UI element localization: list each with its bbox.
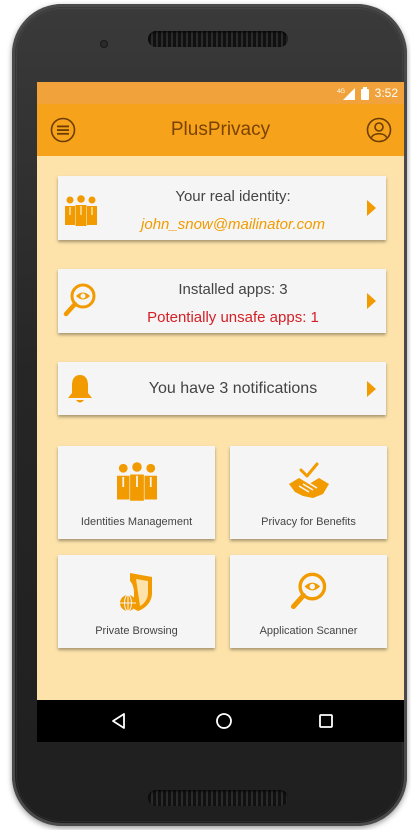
network-type: 4G <box>337 89 345 95</box>
status-bar: 4G 3:52 <box>37 82 404 104</box>
shield-globe-icon <box>119 573 152 612</box>
chevron-right-icon <box>367 200 376 216</box>
app-title: PlusPrivacy <box>170 119 271 140</box>
app-bar: PlusPrivacy <box>37 104 404 156</box>
identity-card[interactable]: Your real identity: john_snow@mailinator… <box>58 176 386 240</box>
tile-label: Application Scanner <box>259 625 358 637</box>
identity-email: john_snow@mailinator.com <box>141 216 325 233</box>
account-icon[interactable] <box>366 117 392 143</box>
front-camera <box>100 40 108 48</box>
tile-application-scanner[interactable]: Application Scanner <box>230 555 387 648</box>
unsafe-apps-text: Potentially unsafe apps: 1 <box>147 309 319 326</box>
notifications-card[interactable]: You have 3 notifications <box>58 362 386 415</box>
chevron-right-icon <box>367 293 376 309</box>
tile-label: Private Browsing <box>95 625 178 637</box>
identity-title: Your real identity: <box>175 188 291 205</box>
tile-privacy-for-benefits[interactable]: Privacy for Benefits <box>230 446 387 539</box>
tile-label: Privacy for Benefits <box>261 516 356 528</box>
chevron-right-icon <box>367 380 376 397</box>
screen: 4G 3:52 PlusPrivacy Your real identity: … <box>37 82 404 742</box>
bell-icon <box>68 375 92 403</box>
people-icon <box>65 195 97 226</box>
tile-identities-management[interactable]: Identities Management <box>58 446 215 539</box>
bottom-speaker <box>148 790 288 806</box>
signal-icon: 4G <box>337 87 355 100</box>
apps-card[interactable]: Installed apps: 3 Potentially unsafe app… <box>58 269 386 333</box>
magnifier-eye-icon <box>63 283 96 317</box>
recents-icon[interactable] <box>316 711 336 731</box>
tile-private-browsing[interactable]: Private Browsing <box>58 555 215 648</box>
tile-label: Identities Management <box>80 516 193 528</box>
battery-icon <box>360 86 369 100</box>
top-speaker <box>148 31 288 47</box>
notifications-text: You have 3 notifications <box>148 380 318 397</box>
navigation-bar <box>37 700 404 742</box>
installed-apps-text: Installed apps: 3 <box>178 281 288 298</box>
home-icon[interactable] <box>214 711 234 731</box>
people-icon <box>116 462 157 501</box>
handshake-icon <box>288 462 329 498</box>
status-time: 3:52 <box>374 86 398 100</box>
back-icon[interactable] <box>109 711 129 731</box>
magnifier-eye-icon <box>290 572 326 610</box>
